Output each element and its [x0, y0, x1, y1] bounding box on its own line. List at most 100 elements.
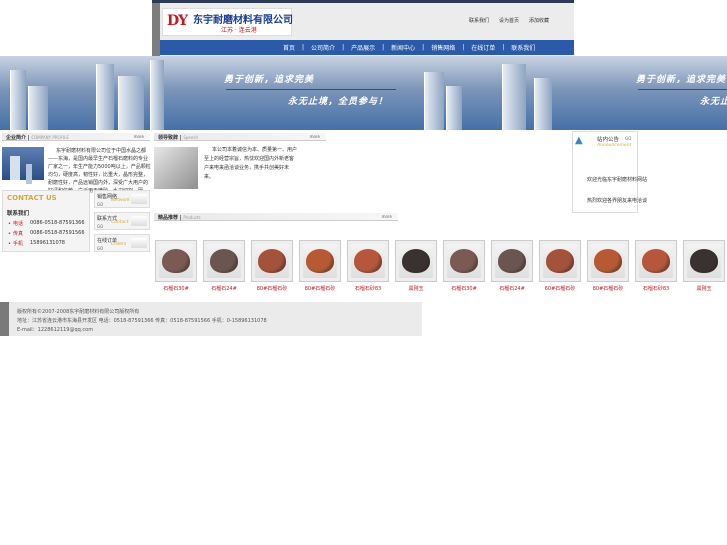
product-thumbnail[interactable]: [155, 240, 197, 282]
product-label[interactable]: 石榴石砂83: [343, 285, 393, 292]
product-thumbnail[interactable]: [395, 240, 437, 282]
footer-bar: [0, 302, 9, 336]
product-thumbnail[interactable]: [683, 240, 725, 282]
banner-slogan-1: 勇于创新，追求完美: [636, 75, 727, 85]
notice-panel: ▲ 站内公告 Announcement GO 欢迎光临东宇耐磨材料网站 热烈欢迎…: [572, 131, 647, 213]
building-graphic: [118, 76, 144, 130]
company-name: 东宇耐磨材料有限公司: [193, 15, 293, 26]
banner-slogan-2: 永无止境，全员参与！: [288, 97, 389, 107]
notice-more-link[interactable]: GO: [625, 136, 631, 141]
abrasive-pile-image: [546, 249, 574, 273]
nav-item-contact[interactable]: 联系我们: [511, 43, 535, 52]
product-image: [639, 244, 673, 278]
about-header: 企业简介 | COMPANY PROFILE more: [2, 133, 150, 141]
products-header: 精品推荐 | Products more: [154, 213, 398, 221]
notice-item[interactable]: 欢迎光临东宇耐磨材料网站: [587, 176, 647, 183]
product-thumbnail[interactable]: [347, 240, 389, 282]
header-left-bar: [152, 3, 160, 56]
tile-go-link[interactable]: GO: [97, 202, 103, 207]
nav-item-products[interactable]: 产品展示: [351, 43, 375, 52]
product-thumbnail[interactable]: [203, 240, 245, 282]
product-label[interactable]: 石榴石30#: [439, 285, 489, 292]
contact-label: 传真: [8, 230, 30, 237]
product-label[interactable]: 80#石榴石砂: [295, 285, 345, 292]
product-label[interactable]: 石榴石30#: [151, 285, 201, 292]
site-logo[interactable]: DY 东宇耐磨材料有限公司 江苏 · 连云港: [162, 8, 293, 36]
product-thumbnail[interactable]: [443, 240, 485, 282]
contact-value: 15896131078: [30, 240, 65, 246]
logo-mark: DY: [167, 13, 188, 29]
abrasive-pile-image: [594, 249, 622, 273]
product-label[interactable]: 石榴石砂83: [631, 285, 681, 292]
abrasive-pile-image: [642, 249, 670, 273]
product-thumbnail[interactable]: [635, 240, 677, 282]
product-thumbnail[interactable]: [587, 240, 629, 282]
about-more-link[interactable]: more: [134, 134, 144, 139]
tile-orders[interactable]: 在线订单 Orders GO: [94, 234, 150, 252]
contact-row: 电话 0086-0518-87591366: [8, 220, 85, 227]
product-image: [687, 244, 721, 278]
product-thumbnail[interactable]: [539, 240, 581, 282]
main-nav: 首页 | 公司简介 | 产品展示 | 新闻中心 | 销售网络 | 在线订单 | 联系我们: [160, 40, 574, 55]
product-image: [591, 244, 625, 278]
notice-item[interactable]: 热烈欢迎各界朋友来电洽谈: [587, 197, 647, 204]
nav-item-network[interactable]: 销售网络: [431, 43, 455, 52]
abrasive-pile-image: [354, 249, 382, 273]
footer-copyright: 版权所有©2007-2008东宇耐磨材料有限公司版权所有: [17, 309, 140, 315]
product-image: [399, 244, 433, 278]
nav-item-orders[interactable]: 在线订单: [471, 43, 495, 52]
about-subtitle: COMPANY PROFILE: [31, 135, 69, 140]
products-more-link[interactable]: more: [382, 214, 392, 219]
product-thumbnail[interactable]: [491, 240, 533, 282]
nav-item-home[interactable]: 首页: [283, 43, 295, 52]
top-link-homepage[interactable]: 设为首页: [499, 17, 519, 24]
product-image: [447, 244, 481, 278]
speech-title: 领导致辞: [158, 135, 179, 141]
product-thumbnail[interactable]: [299, 240, 341, 282]
building-graphic: [534, 78, 552, 130]
contact-block: CONTACT US 联系我们 电话 0086-0518-87591366 传真…: [2, 190, 90, 252]
contact-row: 手机 15896131078: [8, 240, 65, 247]
banner-slogan-2: 永无止境，全员参与！: [700, 97, 727, 107]
product-image: [159, 244, 193, 278]
product-label[interactable]: 石榴石24#: [487, 285, 537, 292]
building-graphic: [150, 60, 164, 130]
contact-label: 电话: [8, 220, 30, 227]
product-label[interactable]: 80#石榴石砂: [247, 285, 297, 292]
top-link-contact[interactable]: 联系我们: [469, 17, 489, 24]
logo-slogan: 江苏 · 连云港: [221, 27, 257, 34]
tile-network[interactable]: 销售网络 Network GO: [94, 190, 150, 208]
notice-title: 站内公告: [597, 137, 620, 143]
banner: 勇于创新，追求完美 永无止境，全员参与！ 勇于创新，追求完美 永无止境，全员参与…: [0, 56, 727, 130]
product-label[interactable]: 黑刚玉: [391, 285, 441, 292]
speech-text: 本公司本着诚信为本、质量第一、用户至上的经营宗旨，热忱欢迎国内外新老客户来电来函…: [204, 147, 298, 180]
product-label[interactable]: 黑刚玉: [679, 285, 727, 292]
product-image: [303, 244, 337, 278]
notice-subtitle: Announcement: [597, 143, 632, 148]
speech-image: [154, 147, 198, 189]
contact-value: 0086-0518-87591566: [30, 230, 85, 236]
abrasive-pile-image: [258, 249, 286, 273]
product-label[interactable]: 石榴石24#: [199, 285, 249, 292]
top-link-bookmark[interactable]: 添加收藏: [529, 17, 549, 24]
tile-subtitle: Contact: [111, 220, 129, 225]
tile-go-link[interactable]: GO: [97, 246, 103, 251]
abrasive-pile-image: [402, 249, 430, 273]
header-top-line: [152, 0, 574, 3]
about-title: 企业简介: [6, 135, 27, 141]
building-graphic: [28, 86, 48, 130]
product-label[interactable]: 80#石榴石砂: [583, 285, 633, 292]
banner-panel: 勇于创新，追求完美 永无止境，全员参与！: [412, 56, 727, 130]
product-label[interactable]: 60#石榴石砂: [535, 285, 585, 292]
contact-value: 0086-0518-87591366: [30, 220, 85, 226]
tile-contact[interactable]: 联系方式 Contact GO: [94, 212, 150, 230]
nav-item-news[interactable]: 新闻中心: [391, 43, 415, 52]
footer-email[interactable]: E-mail：1228612119@qq.com: [17, 326, 93, 333]
tile-go-link[interactable]: GO: [97, 224, 103, 229]
speech-more-link[interactable]: more: [310, 134, 320, 139]
building-graphic: [424, 72, 444, 130]
product-image: [351, 244, 385, 278]
product-thumbnail[interactable]: [251, 240, 293, 282]
nav-item-about[interactable]: 公司简介: [311, 43, 335, 52]
products-subtitle: Products: [183, 215, 201, 220]
